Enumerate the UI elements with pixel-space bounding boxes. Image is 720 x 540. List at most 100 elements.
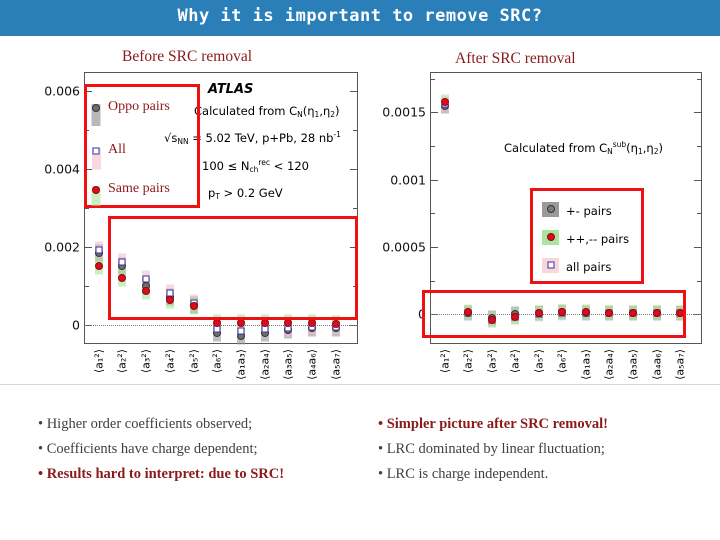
data-point [440, 97, 449, 106]
x-tick-label: ⟨a₄a₆⟩ [650, 349, 664, 380]
bullet-dot-icon: • [38, 466, 47, 482]
annotation-line-1: Calculated from CN(η1,η2) [194, 104, 340, 119]
x-tick-label: ⟨a₃a₅⟩ [281, 349, 295, 380]
bullet-text: LRC dominated by linear fluctuation; [386, 441, 605, 457]
y-tick-minor [84, 208, 89, 209]
legend-label: +- pairs [566, 204, 612, 218]
overlay-label-same: Same pairs [108, 181, 170, 196]
y-tick-minor-right [697, 213, 702, 215]
legend-label: all pairs [566, 260, 612, 274]
legend-marker [547, 261, 554, 269]
x-tick-label: ⟨a₂²⟩ [461, 349, 475, 374]
y-tick-major [430, 247, 438, 249]
data-point [331, 319, 340, 328]
x-tick-label: ⟨a₄a₆⟩ [305, 349, 319, 380]
x-tick-label: ⟨a₂²⟩ [115, 349, 129, 374]
legend-label: ++,-- pairs [566, 232, 630, 246]
annotation-right-line-1: Calculated from CNsub(η1,η2) [504, 140, 663, 156]
y-tick-major [430, 179, 438, 181]
bullet-dot-icon: • [378, 466, 387, 482]
x-tick-label: ⟨a₅a₇⟩ [329, 349, 343, 380]
overlay-marker-oppo [91, 104, 101, 126]
y-tick-major-right [694, 179, 702, 181]
y-tick-major-right [694, 247, 702, 249]
heading-after: After SRC removal [455, 50, 576, 67]
x-tick-label: ⟨a₆²⟩ [210, 349, 224, 374]
y-tick-label: 0.0015 [382, 104, 426, 120]
title-bar: Why it is important to remove SRC? [0, 0, 720, 36]
bullet-text: Results hard to interpret: due to SRC! [46, 466, 285, 482]
data-point [284, 319, 293, 328]
y-tick-minor [430, 78, 435, 80]
data-point [94, 262, 103, 271]
y-tick-minor [430, 146, 435, 148]
y-tick-label: 0.006 [44, 83, 80, 99]
y-tick-minor-right [353, 130, 358, 132]
y-tick-major [84, 246, 92, 248]
slide: Why it is important to remove SRC? Befor… [0, 0, 720, 540]
divider-line [0, 384, 720, 385]
data-point [95, 246, 103, 254]
y-tick-label: 0.002 [44, 239, 80, 255]
y-tick-minor-right [697, 146, 702, 148]
x-tick-label: ⟨a₃²⟩ [485, 349, 499, 374]
bullet-item: • Simpler picture after SRC removal! [378, 412, 718, 437]
atlas-label: ATLAS [208, 82, 254, 97]
bullet-item: • Coefficients have charge dependent; [38, 437, 368, 462]
bullet-item: • LRC is charge independent. [378, 462, 718, 487]
x-tick-label: ⟨a₅²⟩ [532, 349, 546, 374]
page-title: Why it is important to remove SRC? [177, 6, 543, 26]
y-tick-minor-right [697, 78, 702, 80]
x-tick-label: ⟨a₁a₃⟩ [579, 349, 593, 380]
y-tick-major-right [350, 169, 358, 171]
y-tick-minor [84, 285, 89, 287]
x-tick-label: ⟨a₃a₅⟩ [626, 349, 640, 380]
y-tick-major [430, 112, 438, 114]
x-tick-label: ⟨a₁²⟩ [92, 349, 106, 374]
x-tick-label: ⟨a₅a₇⟩ [673, 349, 687, 380]
overlay-marker-all [92, 147, 101, 170]
annotation-line-4: pT > 0.2 GeV [208, 186, 283, 201]
bullet-text: LRC is charge independent. [386, 466, 549, 482]
y-tick-minor [430, 280, 435, 282]
data-point [237, 327, 245, 335]
data-point [308, 319, 317, 328]
bullet-item: • LRC dominated by linear fluctuation; [378, 437, 718, 462]
y-tick-minor-right [353, 208, 358, 209]
x-tick-label: ⟨a₂a₄⟩ [258, 349, 272, 380]
y-tick-major-right [694, 112, 702, 114]
overlay-label-all: All [108, 142, 126, 157]
highlight-box-data-left [108, 216, 358, 320]
bullet-list-left: • Higher order coefficients observed; • C… [38, 412, 368, 487]
bullet-item: • Higher order coefficients observed; [38, 412, 368, 437]
bullet-text: Simpler picture after SRC removal! [386, 416, 608, 432]
y-tick-label: 0.004 [44, 161, 80, 177]
annotation-line-3: 100 ≤ Nchrec < 120 [202, 158, 309, 174]
overlay-label-oppo: Oppo pairs [108, 99, 170, 114]
y-tick-minor [430, 213, 435, 215]
x-tick-label: ⟨a₃²⟩ [139, 349, 153, 374]
bullet-dot-icon: • [378, 416, 387, 432]
x-tick-label: ⟨a₅²⟩ [187, 349, 201, 374]
bullet-dot-icon: • [38, 416, 47, 432]
x-tick-label: ⟨a₂a₄⟩ [602, 349, 616, 380]
overlay-marker-same [91, 186, 101, 206]
bullet-dot-icon: • [378, 441, 387, 457]
y-tick-major-right [350, 91, 358, 93]
data-point [237, 319, 246, 328]
x-tick-label: ⟨a₄²⟩ [508, 349, 522, 374]
y-tick-label: 0.0005 [382, 239, 426, 255]
bullet-text: Coefficients have charge dependent; [46, 441, 258, 457]
legend-marker [546, 233, 555, 241]
legend-marker [546, 205, 555, 213]
x-tick-label: ⟨a₆²⟩ [555, 349, 569, 374]
chart-after-src-removal: 0 0.0005 0.001 0.0015 ⟨a₁²⟩ ⟨a₂²⟩ ⟨a₃²⟩ ⟨a₄²⟩ ⟨… [372, 68, 710, 393]
heading-before: Before SRC removal [122, 48, 253, 65]
x-tick-label: ⟨a₁²⟩ [438, 349, 452, 374]
data-point [213, 319, 222, 328]
x-tick-label: ⟨a₁a₃⟩ [234, 349, 248, 380]
y-tick-label: 0.001 [390, 172, 426, 188]
y-tick-label: 0 [72, 317, 80, 333]
bullet-item: • Results hard to interpret: due to SRC! [38, 462, 368, 487]
data-point [260, 319, 269, 328]
